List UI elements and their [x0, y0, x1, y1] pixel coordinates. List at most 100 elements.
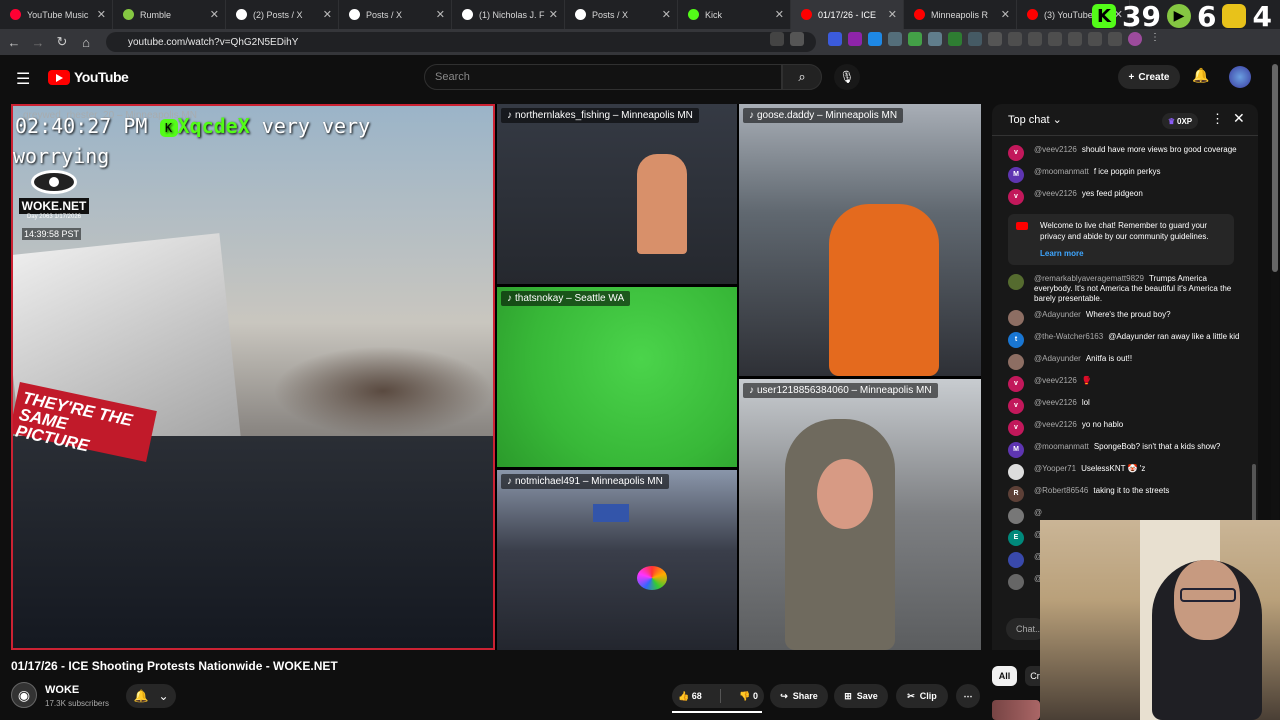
cast-icon[interactable]	[770, 32, 784, 46]
browser-tab[interactable]: Posts / X ✕	[339, 0, 452, 29]
chat-author[interactable]: @veev2126	[1034, 145, 1077, 154]
extension-icon[interactable]	[948, 32, 962, 46]
extension-icon[interactable]	[908, 32, 922, 46]
menu-icon[interactable]: ☰	[16, 69, 30, 89]
dislike-button[interactable]: 👎 0	[739, 691, 758, 702]
profile-avatar[interactable]	[1128, 32, 1142, 46]
close-tab-icon[interactable]: ✕	[888, 8, 897, 21]
browser-tab[interactable]: Rumble ✕	[113, 0, 226, 29]
chat-avatar[interactable]: v	[1008, 189, 1024, 205]
channel-name[interactable]: WOKE	[45, 684, 79, 696]
save-button[interactable]: ⊞ Save	[834, 684, 888, 708]
chat-author[interactable]: @veev2126	[1034, 376, 1077, 385]
menu-icon[interactable]: ⋮	[1148, 32, 1162, 46]
chat-avatar[interactable]	[1008, 464, 1024, 480]
close-tab-icon[interactable]: ✕	[1001, 8, 1010, 21]
extension-icon[interactable]	[868, 32, 882, 46]
extension-icon[interactable]	[828, 32, 842, 46]
chat-author[interactable]: @	[1034, 508, 1042, 517]
filter-chip-all[interactable]: All	[992, 666, 1017, 686]
chat-author[interactable]: @the-Watcher6163	[1034, 332, 1103, 341]
browser-tab[interactable]: (2) Posts / X ✕	[226, 0, 339, 29]
chat-options-icon[interactable]: ⋮	[1211, 111, 1224, 127]
browser-tab[interactable]: Posts / X ✕	[565, 0, 678, 29]
close-tab-icon[interactable]: ✕	[662, 8, 671, 21]
browser-tab[interactable]: (1) Nicholas J. Fue ✕	[452, 0, 565, 29]
address-bar[interactable]: youtube.com/watch?v=QhG2N5EDihY	[106, 32, 816, 52]
top-chat-dropdown[interactable]: Top chat ⌄	[1008, 113, 1062, 126]
chat-avatar[interactable]	[1008, 552, 1024, 568]
close-tab-icon[interactable]: ✕	[97, 8, 106, 21]
extension-icon[interactable]	[968, 32, 982, 46]
chat-avatar[interactable]	[1008, 274, 1024, 290]
search-input[interactable]: Search	[424, 64, 782, 90]
chat-scrollbar[interactable]	[1252, 464, 1256, 524]
extension-icon[interactable]	[1028, 32, 1042, 46]
related-video-thumbnail[interactable]	[992, 700, 1040, 720]
voice-search-button[interactable]: 🎙	[834, 64, 860, 90]
chat-author[interactable]: @Adayunder	[1034, 310, 1081, 319]
chat-avatar[interactable]: M	[1008, 442, 1024, 458]
back-icon[interactable]: ←	[2, 30, 26, 54]
extension-icon[interactable]	[848, 32, 862, 46]
chat-author[interactable]: @Adayunder	[1034, 354, 1081, 363]
chat-author[interactable]: @moomanmatt	[1034, 167, 1089, 176]
chat-avatar[interactable]: t	[1008, 332, 1024, 348]
channel-avatar[interactable]: ◉	[11, 682, 37, 708]
share-button[interactable]: ↪ Share	[770, 684, 828, 708]
page-scrollbar[interactable]	[1272, 64, 1278, 272]
subscribed-button[interactable]: 🔔 ⌄	[126, 684, 176, 708]
youtube-logo[interactable]: YouTube	[48, 69, 129, 85]
more-actions-button[interactable]: ⋯	[956, 684, 980, 708]
history-icon[interactable]	[1008, 32, 1022, 46]
chat-avatar[interactable]: E	[1008, 530, 1024, 546]
puzzle-icon[interactable]	[988, 32, 1002, 46]
browser-tab[interactable]: 01/17/26 - ICE ✕	[791, 0, 904, 29]
sidebar-icon[interactable]	[1068, 32, 1082, 46]
chat-avatar[interactable]: v	[1008, 420, 1024, 436]
chat-author[interactable]: @veev2126	[1034, 398, 1077, 407]
browser-tab[interactable]: Kick ✕	[678, 0, 791, 29]
close-tab-icon[interactable]: ✕	[210, 8, 219, 21]
close-icon[interactable]: ✕	[1233, 110, 1245, 127]
close-tab-icon[interactable]: ✕	[323, 8, 332, 21]
chat-author[interactable]: @veev2126	[1034, 189, 1077, 198]
notifications-bell-icon[interactable]: 🔔	[1192, 67, 1209, 84]
chat-author[interactable]: @Robert86546	[1034, 486, 1088, 495]
chat-avatar[interactable]: v	[1008, 376, 1024, 392]
chat-avatar[interactable]	[1008, 310, 1024, 326]
code-icon[interactable]	[1048, 32, 1062, 46]
chat-author[interactable]: @veev2126	[1034, 420, 1077, 429]
create-button[interactable]: + Create	[1118, 65, 1180, 89]
home-icon[interactable]: ⌂	[74, 30, 98, 54]
reload-icon[interactable]: ↻	[50, 30, 74, 54]
chat-author[interactable]: @moomanmatt	[1034, 442, 1089, 451]
chat-avatar[interactable]: R	[1008, 486, 1024, 502]
bookmark-star-icon[interactable]	[790, 32, 804, 46]
account-avatar[interactable]	[1229, 66, 1251, 88]
extension-icon[interactable]	[888, 32, 902, 46]
reading-list-icon[interactable]	[1108, 32, 1122, 46]
close-tab-icon[interactable]: ✕	[549, 8, 558, 21]
video-player[interactable]: THEY'RE THE SAME PICTURE greywed_rhester…	[11, 104, 981, 650]
chat-avatar[interactable]: M	[1008, 167, 1024, 183]
like-button[interactable]: 👍 68	[678, 691, 702, 702]
forward-icon[interactable]: →	[26, 30, 50, 54]
chat-avatar[interactable]: v	[1008, 145, 1024, 161]
chat-avatar[interactable]: v	[1008, 398, 1024, 414]
chat-avatar[interactable]	[1008, 508, 1024, 524]
browser-tab[interactable]: YouTube Music ✕	[0, 0, 113, 29]
chat-author[interactable]: @remarkablyaveragematt9829	[1034, 274, 1144, 283]
xp-badge[interactable]: ♛ 0XP	[1162, 113, 1198, 129]
extension-icon[interactable]	[1088, 32, 1102, 46]
chat-avatar[interactable]	[1008, 354, 1024, 370]
learn-more-link[interactable]: Learn more	[1040, 248, 1226, 259]
search-button[interactable]: ⌕	[782, 64, 822, 90]
clip-button[interactable]: ✂ Clip	[896, 684, 948, 708]
close-tab-icon[interactable]: ✕	[775, 8, 784, 21]
close-tab-icon[interactable]: ✕	[436, 8, 445, 21]
extension-icon[interactable]	[928, 32, 942, 46]
browser-tab[interactable]: Minneapolis R ✕	[904, 0, 1017, 29]
chat-avatar[interactable]	[1008, 574, 1024, 590]
chat-author[interactable]: @Yooper71	[1034, 464, 1076, 473]
